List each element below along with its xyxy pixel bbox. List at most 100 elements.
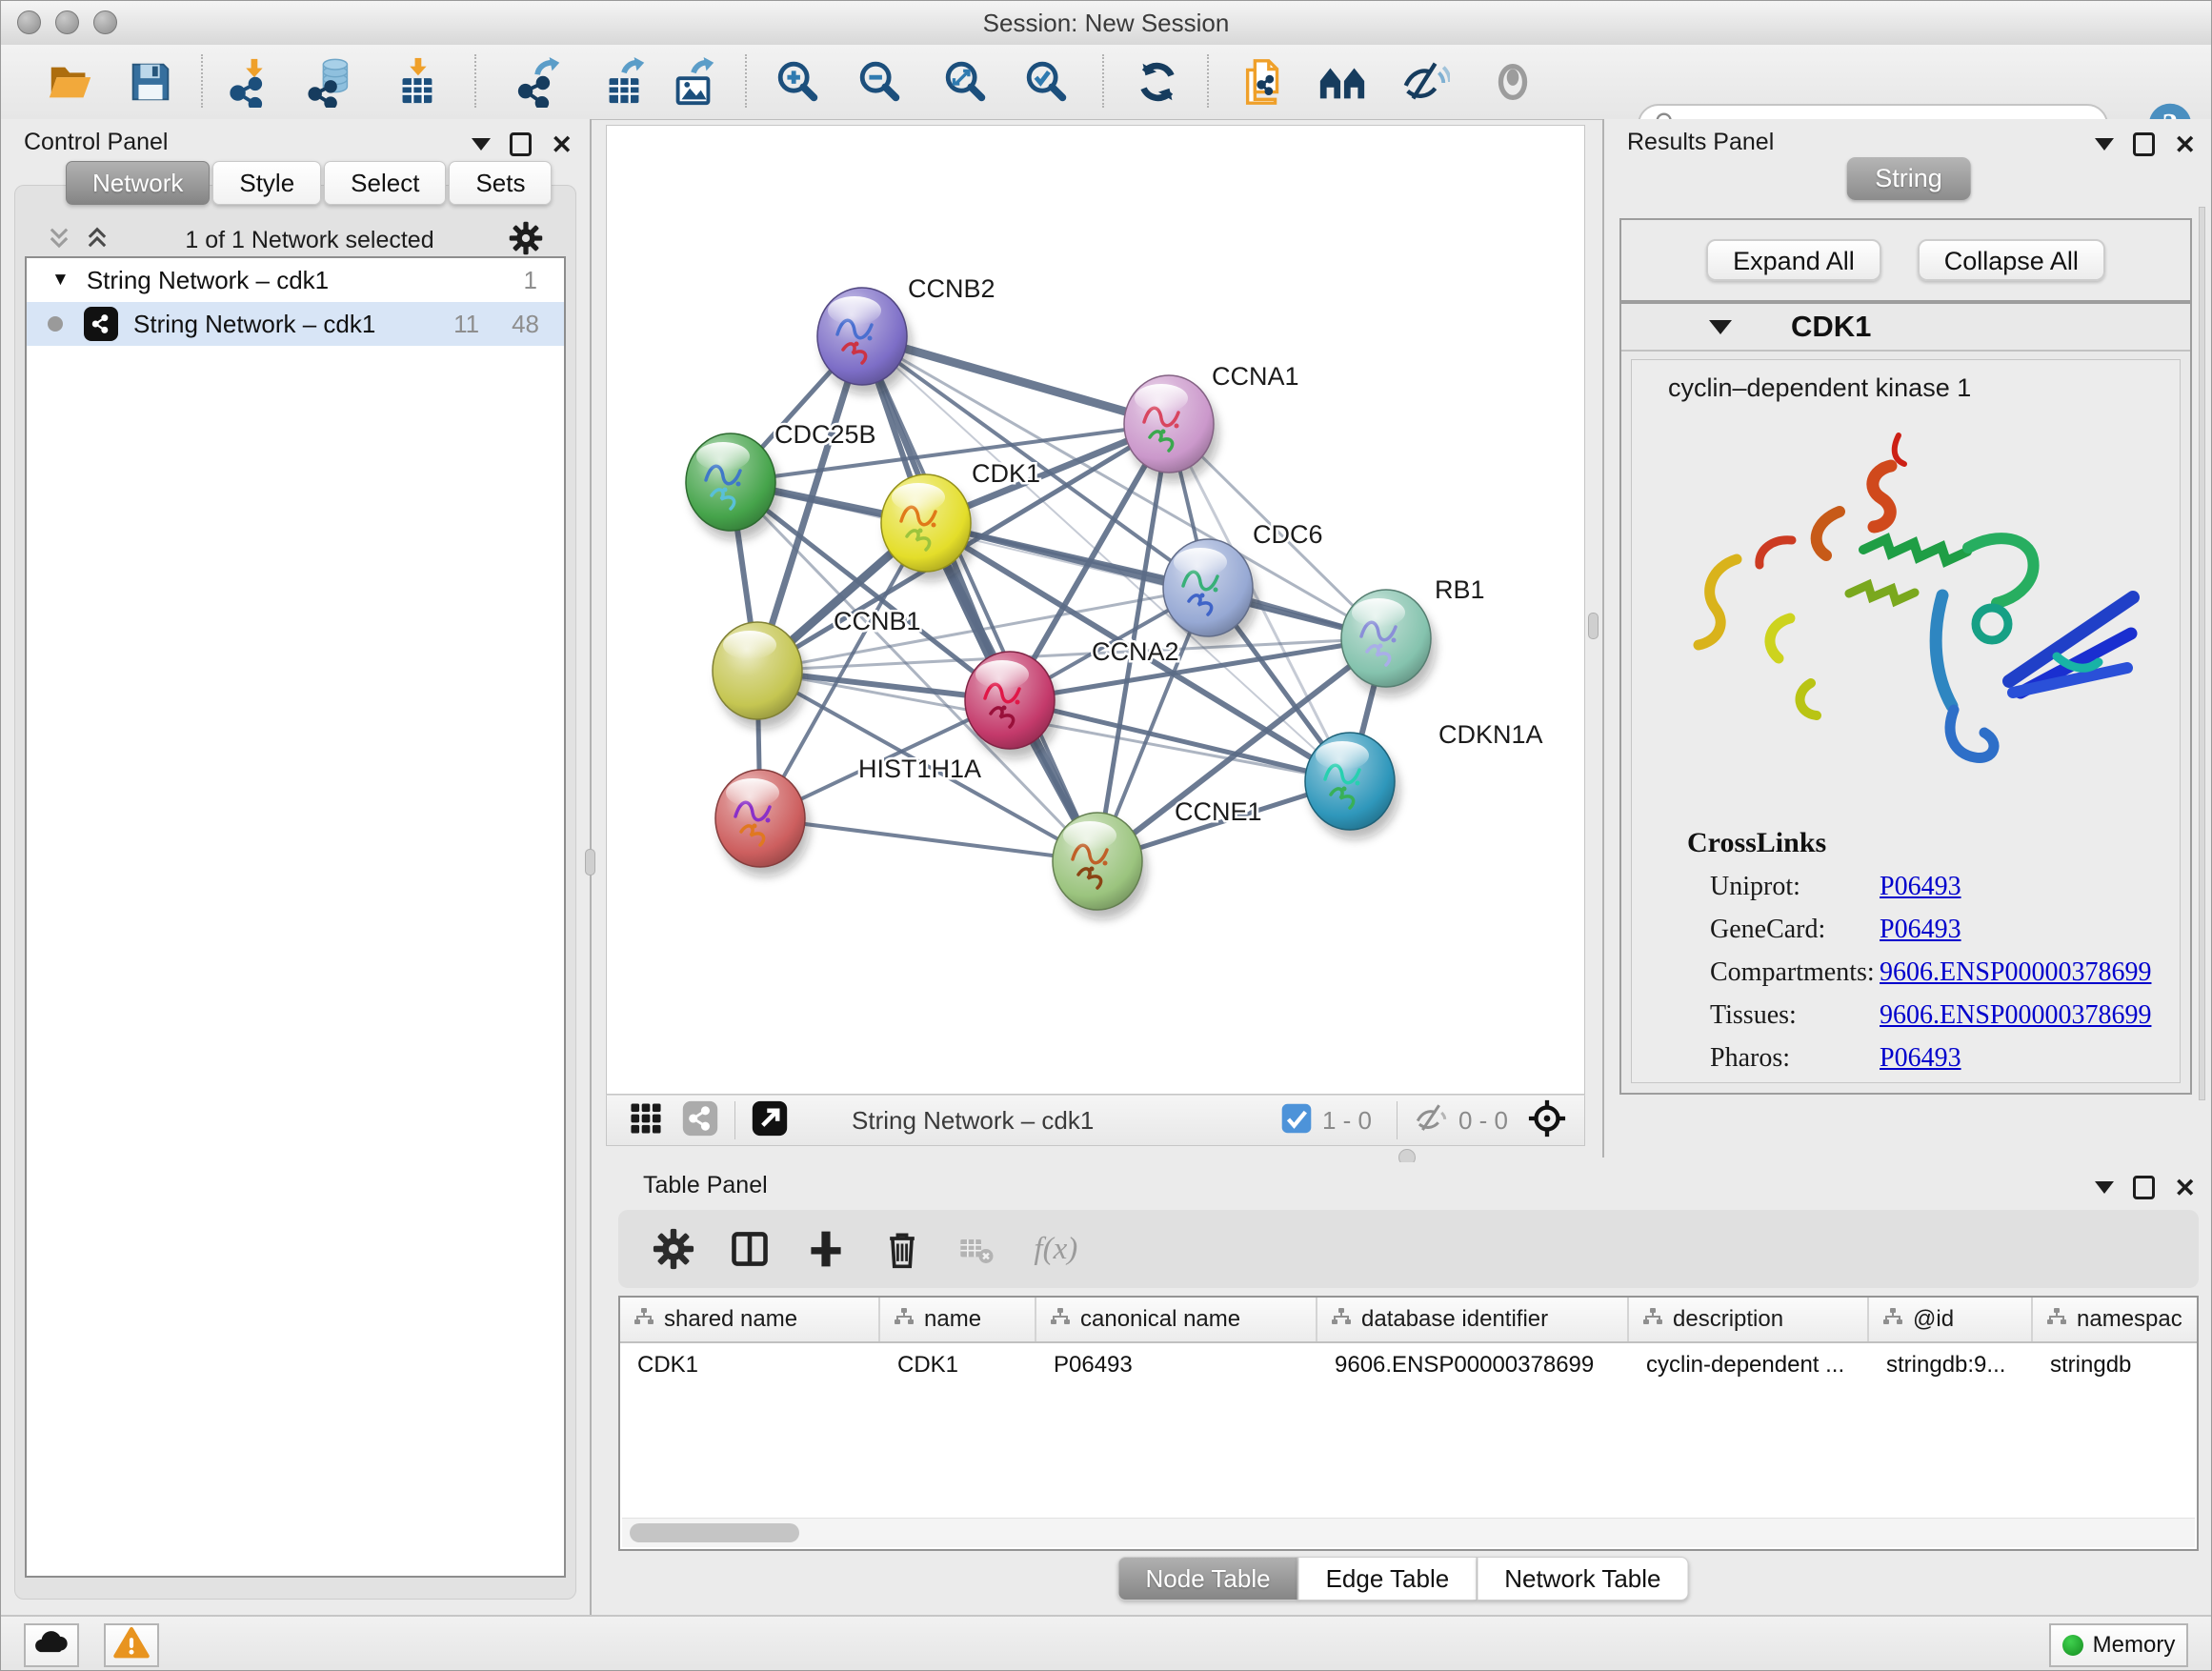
table-row[interactable]: CDK1CDK1P064939606.ENSP00000378699cyclin… <box>620 1343 2197 1387</box>
zoom-fit-icon[interactable] <box>937 53 995 111</box>
network-type-icon <box>84 307 118 341</box>
clone-network-icon[interactable] <box>1236 53 1293 111</box>
network-node-CDK1[interactable]: CDK1 <box>881 459 1040 581</box>
network-edge[interactable] <box>760 818 1097 861</box>
show-all-icon[interactable] <box>1484 53 1541 111</box>
table-options-gear-icon[interactable] <box>653 1228 694 1270</box>
add-column-icon[interactable] <box>805 1228 847 1270</box>
crosslink-row: Pharos:P06493 <box>1710 1037 2180 1079</box>
panel-splitter-handle[interactable] <box>585 849 595 876</box>
cloud-button[interactable] <box>24 1623 79 1667</box>
maximize-panel-icon[interactable] <box>2133 132 2155 156</box>
collapse-all-networks-icon[interactable] <box>46 225 72 256</box>
import-table-icon[interactable] <box>388 53 445 111</box>
zoom-selected-icon[interactable] <box>1018 53 1076 111</box>
tab-string[interactable]: String <box>1846 157 1971 200</box>
refresh-layout-icon[interactable] <box>1129 53 1186 111</box>
results-splitter-handle[interactable] <box>1588 613 1599 639</box>
column-type-icon <box>1331 1306 1352 1334</box>
network-collection-row[interactable]: ▼ String Network – cdk1 1 <box>27 258 564 302</box>
open-in-browser-icon[interactable] <box>751 1099 789 1142</box>
hidden-nodes-eye-slash-icon[interactable] <box>1413 1100 1449 1141</box>
network-canvas[interactable]: CCNB2CCNA1CDC25BCDK1CDC6RB1CCNB1CCNA2CDK… <box>606 125 1585 1095</box>
tab-select[interactable]: Select <box>324 161 446 205</box>
hide-selected-icon[interactable] <box>1396 53 1453 111</box>
table-toolbar: f(x) <box>618 1210 2199 1288</box>
node-label: RB1 <box>1435 575 1485 604</box>
column-type-icon <box>1882 1306 1903 1334</box>
cdk1-section-header[interactable]: CDK1 <box>1621 304 2190 352</box>
network-options-gear-icon[interactable] <box>509 221 543 260</box>
node-label: CCNA2 <box>1092 637 1179 666</box>
warnings-button[interactable] <box>104 1623 159 1667</box>
grid-view-icon[interactable] <box>628 1100 664 1141</box>
column-header-shared-name[interactable]: shared name <box>620 1298 880 1341</box>
collapse-all-button[interactable]: Collapse All <box>1918 239 2105 281</box>
tab-network[interactable]: Network <box>66 161 210 205</box>
node-label: HIST1H1A <box>858 755 981 783</box>
maximize-panel-icon[interactable] <box>510 132 532 156</box>
save-session-icon[interactable] <box>122 53 179 111</box>
tab-network-table[interactable]: Network Table <box>1477 1557 1688 1601</box>
column-header-database-identifier[interactable]: database identifier <box>1317 1298 1629 1341</box>
delete-column-trash-icon[interactable] <box>881 1228 923 1270</box>
column-header-namespac[interactable]: namespac <box>2033 1298 2197 1341</box>
network-node-CDKN1A[interactable]: CDKN1A <box>1305 720 1543 839</box>
selected-nodes-icon[interactable] <box>1280 1102 1313 1139</box>
crosslink-row: Tissues:9606.ENSP00000378699 <box>1710 994 2180 1037</box>
column-header-name[interactable]: name <box>880 1298 1036 1341</box>
export-image-icon[interactable] <box>665 53 722 111</box>
maximize-panel-icon[interactable] <box>2133 1176 2155 1199</box>
memory-status-dot <box>2062 1635 2083 1656</box>
tab-sets[interactable]: Sets <box>449 161 552 205</box>
zoom-out-icon[interactable] <box>852 53 909 111</box>
results-panel-title: Results Panel <box>1627 129 1774 156</box>
tree-expand-caret-icon[interactable]: ▼ <box>51 270 70 291</box>
open-file-icon[interactable] <box>42 53 99 111</box>
birdseye-view-icon[interactable] <box>1527 1098 1567 1143</box>
close-panel-icon[interactable]: ✕ <box>551 135 573 154</box>
column-header--id[interactable]: @id <box>1869 1298 2033 1341</box>
close-panel-icon[interactable]: ✕ <box>2174 1178 2196 1198</box>
crosslink-link[interactable]: P06493 <box>1880 915 1961 945</box>
toolbar-separator <box>745 54 747 108</box>
crosslink-link[interactable]: 9606.ENSP00000378699 <box>1880 1000 2151 1031</box>
expand-all-button[interactable]: Expand All <box>1706 239 1881 281</box>
float-panel-icon[interactable] <box>2095 1181 2114 1194</box>
expand-all-networks-icon[interactable] <box>84 225 111 256</box>
tab-edge-table[interactable]: Edge Table <box>1298 1557 1478 1601</box>
memory-button[interactable]: Memory <box>2049 1623 2188 1667</box>
network-node-CDC6[interactable]: CDC6 <box>1163 520 1323 646</box>
crosslink-link[interactable]: 9606.ENSP00000378699 <box>1880 957 2151 988</box>
float-panel-icon[interactable] <box>2095 138 2114 151</box>
import-network-icon[interactable] <box>224 53 281 111</box>
column-header-canonical-name[interactable]: canonical name <box>1036 1298 1317 1341</box>
tab-style[interactable]: Style <box>212 161 321 205</box>
table-scrollbar-track[interactable] <box>622 1518 2195 1547</box>
show-columns-icon[interactable] <box>729 1228 771 1270</box>
function-builder-icon[interactable]: f(x) <box>1030 1228 1110 1270</box>
results-scrollbar[interactable] <box>2199 207 2205 1100</box>
section-gene-name: CDK1 <box>1791 310 1871 344</box>
memory-label: Memory <box>2093 1632 2176 1659</box>
import-database-icon[interactable] <box>304 53 361 111</box>
zoom-in-icon[interactable] <box>770 53 827 111</box>
close-panel-icon[interactable]: ✕ <box>2174 135 2196 154</box>
float-panel-icon[interactable] <box>472 138 491 151</box>
column-header-description[interactable]: description <box>1629 1298 1869 1341</box>
crosslink-link[interactable]: P06493 <box>1880 1043 1961 1074</box>
section-collapse-caret-icon[interactable] <box>1709 320 1732 334</box>
network-share-icon[interactable] <box>681 1099 719 1142</box>
network-row-selected[interactable]: String Network – cdk1 11 48 <box>27 302 564 346</box>
table-scrollbar-thumb[interactable] <box>630 1523 799 1542</box>
export-table-icon[interactable] <box>595 53 653 111</box>
delete-table-icon[interactable] <box>957 1230 995 1268</box>
network-collection-label: String Network – cdk1 <box>87 266 329 295</box>
first-neighbors-icon[interactable] <box>1314 53 1371 111</box>
network-node-RB1[interactable]: RB1 <box>1341 575 1485 696</box>
tab-node-table[interactable]: Node Table <box>1118 1557 1298 1601</box>
export-network-icon[interactable] <box>512 53 569 111</box>
network-row-label: String Network – cdk1 <box>133 310 375 339</box>
crosslink-link[interactable]: P06493 <box>1880 872 1961 902</box>
network-node-HIST1H1A[interactable]: HIST1H1A <box>715 755 981 876</box>
